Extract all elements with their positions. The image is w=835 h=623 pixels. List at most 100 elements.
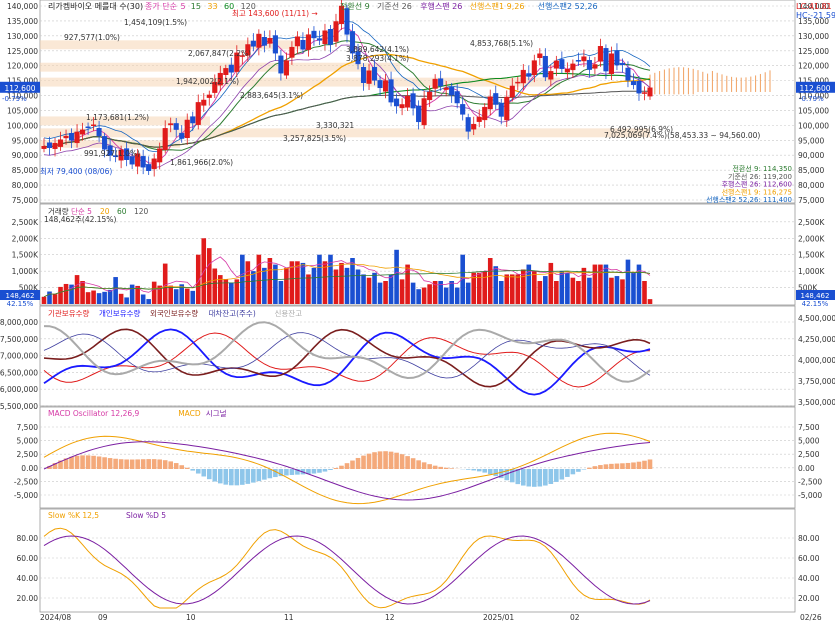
volume-bar (559, 271, 565, 304)
volume-bar (609, 277, 614, 304)
stoch-tick-left: 20.00 (17, 594, 39, 603)
macd-tick-left: -2,500 (14, 477, 38, 486)
price-annotation: 927,577(1.0%) (64, 33, 120, 42)
volume-bar (190, 290, 196, 304)
volume-bar (487, 258, 493, 304)
macd-oscillator-bar (449, 468, 454, 469)
macd-oscillator-bar (399, 454, 405, 469)
vol-tick-right: 2,500K (798, 218, 825, 227)
current-price-left: 112,600 (4, 84, 35, 93)
macd-oscillator-bar (262, 469, 267, 480)
holdings-legend-item: 대차잔고(주수) (209, 308, 256, 318)
candle-body (151, 158, 157, 170)
candle-body (526, 73, 532, 77)
macd-oscillator-bar (493, 469, 499, 477)
candle-body (250, 40, 256, 47)
y-tick-right: 85,000 (798, 166, 824, 175)
volume-bar (74, 275, 80, 304)
macd-oscillator-bar (520, 469, 526, 486)
holdings-tick-right: 4,000,000 (798, 356, 835, 365)
ma-legend-item: 종가 단순 (145, 1, 177, 11)
volume-bar (355, 269, 361, 304)
macd-oscillator-bar (113, 458, 118, 469)
volume-bar (532, 271, 537, 304)
holdings-legend-item: 개인보유수량 (99, 308, 140, 318)
candle-body (278, 55, 284, 74)
macd-oscillator-bar (322, 469, 328, 472)
volume-bar (206, 248, 212, 304)
macd-oscillator-bar (195, 469, 201, 474)
panel-frame (39, 0, 796, 204)
volume-bar (509, 274, 515, 304)
candle-body (63, 135, 69, 139)
volume-bar (113, 277, 118, 304)
volume-bar (581, 267, 587, 304)
chart-canvas[interactable]: 140,000 140,000135,000 135,000130,000 130,0… (0, 0, 835, 623)
candle-body (195, 102, 201, 125)
ma-legend-item: 15 (191, 2, 201, 11)
ichimoku-legend-item: 기준선 26 (377, 2, 412, 11)
y-tick-right: 80,000 (798, 181, 824, 190)
current-price-right: 112,600 (799, 84, 830, 93)
candle-body (619, 62, 626, 66)
candle-body (625, 67, 631, 81)
macd-oscillator-bar (151, 459, 157, 469)
volume-bar (603, 264, 609, 304)
candle-body (190, 116, 196, 124)
candle-body (432, 78, 438, 89)
candle-body (96, 127, 102, 137)
macd-oscillator-bar (173, 463, 179, 469)
macd-oscillator-bar (91, 455, 96, 469)
candle-body (311, 30, 317, 39)
macd-oscillator-bar (366, 453, 372, 469)
y-tick-left: 85,000 (12, 166, 38, 175)
candle-body (289, 46, 295, 58)
candle-body (168, 123, 174, 126)
candle-body (553, 60, 559, 69)
stoch-tick-left: 80.00 (17, 534, 39, 543)
volume-bar (377, 282, 383, 304)
candle-body (394, 98, 400, 107)
stoch-legend-item: Slow %K 12,5 (48, 511, 99, 520)
panel-frame (39, 406, 796, 509)
candle-body (531, 60, 537, 75)
macd-oscillator-bar (118, 459, 124, 469)
macd-oscillator-bar (212, 469, 218, 482)
candle-body (146, 164, 152, 172)
volume-bar (229, 282, 234, 304)
y-tick-left: 125,000 (7, 47, 38, 56)
holdings-tick-left: 15,500,000 (0, 402, 38, 411)
stoch-tick-right: 80.00 (798, 534, 820, 543)
y-tick-left: 105,000 (7, 106, 38, 115)
candle-body (493, 93, 499, 105)
candle-body (80, 129, 86, 135)
x-axis-label: 2024/08 (40, 613, 71, 622)
volume-bar (146, 299, 151, 304)
volume-bar (102, 291, 107, 304)
macd-oscillator-bar (333, 468, 339, 469)
x-axis-label: 09 (98, 613, 108, 622)
macd-oscillator-bar (355, 457, 361, 469)
macd-oscillator-bar (614, 463, 620, 469)
volume-bar (482, 271, 488, 304)
ichimoku-value: 후행스팬 26: 112,600 (722, 180, 792, 189)
macd-oscillator-bar (565, 469, 570, 477)
volume-bar (256, 254, 262, 304)
macd-oscillator-bar (339, 465, 344, 469)
volume-bar (278, 281, 284, 304)
price-annotation: 최저 79,400 (08/06) (40, 166, 112, 176)
macd-oscillator-bar (581, 469, 587, 470)
macd-oscillator-bar (350, 460, 355, 469)
macd-oscillator-bar (405, 456, 410, 469)
candle-body (586, 59, 592, 70)
candle-body (162, 128, 168, 150)
macd-oscillator-bar (267, 469, 273, 479)
macd-tick-left: 0.00 (21, 464, 38, 473)
volume-bar (372, 272, 377, 304)
volume-bar (427, 284, 432, 304)
volume-bar (168, 285, 174, 304)
x-axis-label: 02 (570, 613, 580, 622)
volume-bar (570, 277, 576, 304)
x-axis-label: 2025/01 (483, 613, 514, 622)
y-tick-left: 75,000 (12, 196, 38, 205)
